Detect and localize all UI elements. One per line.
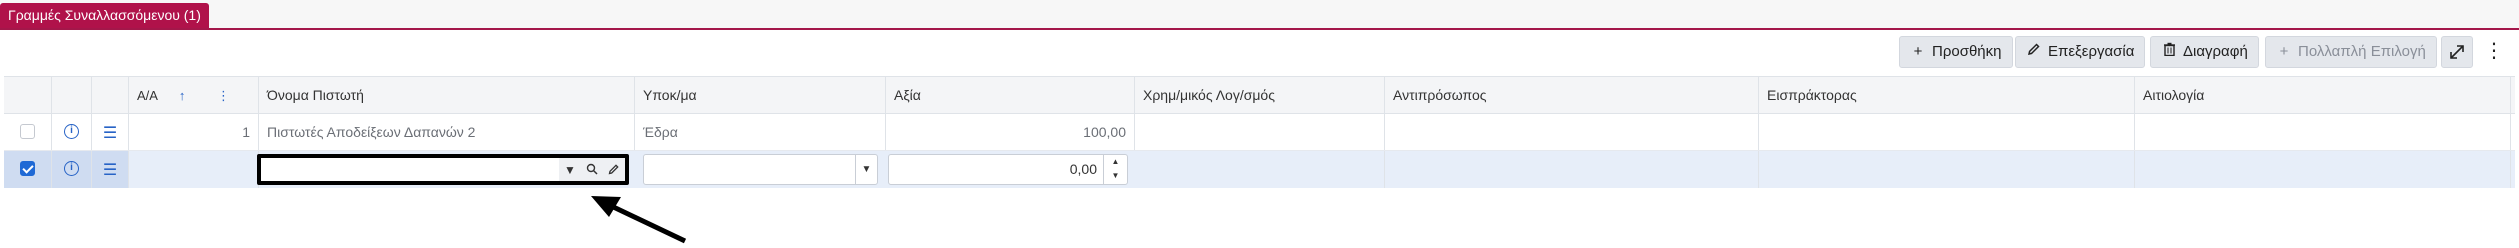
- row-value: 100,00: [886, 114, 1135, 150]
- tab-transaction-lines[interactable]: Γραμμές Συναλλασσόμενου (1): [0, 3, 209, 28]
- info-icon[interactable]: i: [64, 161, 79, 177]
- pencil-icon: [2026, 37, 2042, 67]
- row-checkbox-checked[interactable]: [20, 161, 35, 177]
- grid-header: Α/Α ↑ ⋮ Όνομα Πιστωτή Υποκ/μα Αξία Χρημ/…: [4, 77, 2515, 114]
- multi-select-button[interactable]: + Πολλαπλή Επιλογή: [2265, 36, 2437, 68]
- delete-button-label: Διαγραφή: [2183, 43, 2248, 60]
- row-info-cell[interactable]: i: [52, 114, 92, 150]
- hamburger-icon[interactable]: ☰: [103, 152, 117, 188]
- plus-icon: +: [2279, 43, 2289, 60]
- header-account[interactable]: Χρημ/μικός Λογ/σμός: [1135, 77, 1385, 113]
- trash-icon: [2161, 37, 2177, 67]
- expand-button[interactable]: [2441, 36, 2473, 68]
- header-info-cell: [52, 77, 92, 113]
- row-menu-cell[interactable]: ☰: [92, 114, 129, 150]
- more-options-icon[interactable]: ⋮: [2484, 36, 2504, 68]
- edit-row-aa: [129, 151, 259, 188]
- column-menu-icon[interactable]: ⋮: [217, 77, 230, 113]
- multi-select-button-label: Πολλαπλή Επιλογή: [2298, 43, 2426, 60]
- hamburger-icon[interactable]: ☰: [103, 115, 117, 150]
- row-representative: [1385, 114, 1759, 150]
- row-aa: 1: [129, 114, 259, 150]
- header-collector[interactable]: Εισπράκτορας: [1759, 77, 2135, 113]
- header-select-cell: [4, 77, 52, 113]
- row-checkbox[interactable]: [20, 124, 35, 140]
- edit-row-info-cell[interactable]: i: [52, 151, 92, 188]
- edit-row-reason: [2135, 151, 2511, 188]
- branch-select[interactable]: ▼: [643, 154, 878, 185]
- spinner-down-icon[interactable]: ▼: [1104, 169, 1127, 183]
- add-button-label: Προσθήκη: [1932, 43, 2002, 60]
- info-icon[interactable]: i: [64, 124, 79, 140]
- delete-button[interactable]: Διαγραφή: [2150, 36, 2259, 68]
- header-aa-label: Α/Α: [137, 88, 158, 103]
- header-value[interactable]: Αξία: [886, 77, 1135, 113]
- pencil-icon[interactable]: [603, 158, 625, 181]
- edit-button[interactable]: Επεξεργασία: [2015, 36, 2146, 68]
- creditor-lookup-input[interactable]: ▼: [257, 154, 629, 185]
- row-collector: [1759, 114, 2135, 150]
- edit-row-menu-cell[interactable]: ☰: [92, 151, 129, 188]
- spinner-up-icon[interactable]: ▲: [1104, 155, 1127, 169]
- header-menu-cell: [92, 77, 129, 113]
- value-number-input[interactable]: 0,00 ▲ ▼: [888, 154, 1128, 185]
- row-select-cell[interactable]: [4, 114, 52, 150]
- tab-strip: Γραμμές Συναλλασσόμενου (1): [0, 0, 2519, 30]
- row-account: [1135, 114, 1385, 150]
- edit-button-label: Επεξεργασία: [2048, 43, 2135, 60]
- header-reason[interactable]: Αιτιολογία: [2135, 77, 2511, 113]
- annotation-arrow-icon: [591, 196, 687, 244]
- edit-row-select-cell[interactable]: [4, 151, 52, 188]
- row-branch: Έδρα: [635, 114, 886, 150]
- edit-row-representative: [1385, 151, 1759, 188]
- row-creditor-name: Πιστωτές Αποδείξεων Δαπανών 2: [259, 114, 635, 150]
- edit-row-collector: [1759, 151, 2135, 188]
- search-icon[interactable]: [581, 158, 603, 181]
- header-branch[interactable]: Υποκ/μα: [635, 77, 886, 113]
- dropdown-caret-icon[interactable]: ▼: [855, 155, 877, 184]
- header-aa-cell[interactable]: Α/Α ↑ ⋮: [129, 77, 259, 113]
- header-representative[interactable]: Αντιπρόσωπος: [1385, 77, 1759, 113]
- number-spinner[interactable]: ▲ ▼: [1103, 155, 1127, 184]
- add-button[interactable]: + Προσθήκη: [1899, 36, 2013, 68]
- table-row[interactable]: i ☰ 1 Πιστωτές Αποδείξεων Δαπανών 2 Έδρα…: [4, 114, 2515, 151]
- dropdown-caret-icon[interactable]: ▼: [559, 158, 581, 181]
- transaction-lines-grid: Α/Α ↑ ⋮ Όνομα Πιστωτή Υποκ/μα Αξία Χρημ/…: [4, 76, 2515, 248]
- expand-icon: [2450, 45, 2464, 59]
- edit-row[interactable]: i ☰ ▼ ▼ 0,00 ▲ ▼: [4, 151, 2515, 188]
- header-creditor-name[interactable]: Όνομα Πιστωτή: [259, 77, 635, 113]
- edit-row-account: [1135, 151, 1385, 188]
- row-reason: [2135, 114, 2511, 150]
- value-number-text: 0,00: [1069, 161, 1097, 177]
- sort-up-icon[interactable]: ↑: [179, 88, 186, 103]
- plus-icon: +: [1913, 43, 1923, 60]
